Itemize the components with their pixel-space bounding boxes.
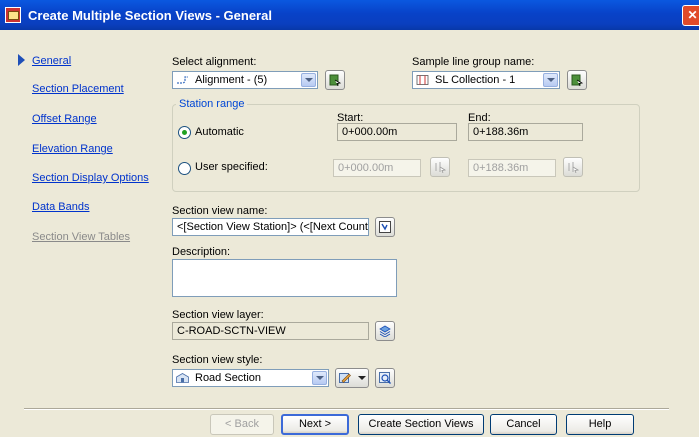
auto-end-field: 0+188.36m <box>468 123 583 141</box>
alignment-label: Select alignment: <box>172 56 257 68</box>
preview-style-button[interactable] <box>375 368 395 388</box>
alignment-value: Alignment - (5) <box>195 74 268 86</box>
nav-section-placement[interactable]: Section Placement <box>32 83 124 95</box>
edit-name-template-icon <box>379 221 391 233</box>
section-view-style-label: Section view style: <box>172 354 263 366</box>
section-view-layer-field: C-ROAD-SCTN-VIEW <box>172 322 369 340</box>
sample-line-group-dropdown-icon[interactable] <box>543 73 558 87</box>
alignment-select[interactable]: Alignment - (5) <box>172 71 318 89</box>
user-start-field[interactable]: 0+000.00m <box>333 159 421 177</box>
sample-line-icon <box>416 75 429 85</box>
station-range-title: Station range <box>176 98 248 110</box>
section-view-name-field[interactable]: <[Section View Station]> (<[Next Counter… <box>172 218 369 236</box>
section-view-style-select[interactable]: Road Section <box>172 369 329 387</box>
pick-station-icon <box>435 162 446 173</box>
sample-line-group-label: Sample line group name: <box>412 56 535 68</box>
edit-style-icon <box>339 373 351 383</box>
section-style-icon <box>176 373 189 383</box>
section-view-style-dropdown-icon[interactable] <box>312 371 327 385</box>
user-end-field[interactable]: 0+188.36m <box>468 159 556 177</box>
create-section-views-button[interactable]: Create Section Views <box>358 414 484 435</box>
user-specified-radio[interactable] <box>178 162 191 175</box>
pick-alignment-button[interactable] <box>325 70 345 90</box>
section-view-layer-label: Section view layer: <box>172 309 264 321</box>
nav-general[interactable]: General <box>32 55 71 67</box>
alignment-dropdown-icon[interactable] <box>301 73 316 87</box>
help-button[interactable]: Help <box>566 414 634 435</box>
nav-section-view-tables: Section View Tables <box>32 231 131 243</box>
cancel-button[interactable]: Cancel <box>490 414 557 435</box>
alignment-icon <box>177 76 188 84</box>
section-view-style-value: Road Section <box>195 372 262 384</box>
nav-offset-range[interactable]: Offset Range <box>32 113 97 125</box>
pick-sample-line-group-button[interactable] <box>567 70 587 90</box>
automatic-radio[interactable] <box>178 126 191 139</box>
title-bar: Create Multiple Section Views - General … <box>0 0 699 30</box>
sample-line-group-select[interactable]: SL Collection - 1 <box>412 71 560 89</box>
description-field[interactable] <box>172 259 397 297</box>
nav-elevation-range[interactable]: Elevation Range <box>32 143 113 155</box>
current-page-arrow-icon <box>18 54 25 66</box>
nav-section-display-options[interactable]: Section Display Options <box>32 172 149 184</box>
app-icon <box>5 7 21 23</box>
style-menu-arrow-icon <box>358 376 366 380</box>
style-edit-split-button[interactable] <box>335 368 369 388</box>
pick-from-drawing-icon <box>571 74 583 86</box>
pick-end-station-button[interactable] <box>563 157 583 177</box>
preview-icon <box>379 372 391 384</box>
pick-start-station-button[interactable] <box>430 157 450 177</box>
footer-separator <box>24 408 669 410</box>
station-range-group <box>172 104 640 192</box>
back-button: < Back <box>210 414 274 435</box>
layers-icon <box>379 325 391 337</box>
select-layer-button[interactable] <box>375 321 395 341</box>
next-button[interactable]: Next > <box>281 414 349 435</box>
description-label: Description: <box>172 246 231 258</box>
section-view-name-label: Section view name: <box>172 205 268 217</box>
auto-start-field: 0+000.00m <box>337 123 457 141</box>
nav-data-bands[interactable]: Data Bands <box>32 201 89 213</box>
name-template-button[interactable] <box>375 217 395 237</box>
automatic-label: Automatic <box>195 126 244 138</box>
user-specified-label: User specified: <box>195 161 268 173</box>
window-title: Create Multiple Section Views - General <box>28 8 272 23</box>
close-button[interactable]: ✕ <box>682 5 699 26</box>
pick-from-drawing-icon <box>329 74 341 86</box>
pick-station-icon <box>568 162 579 173</box>
sample-line-group-value: SL Collection - 1 <box>435 74 516 86</box>
